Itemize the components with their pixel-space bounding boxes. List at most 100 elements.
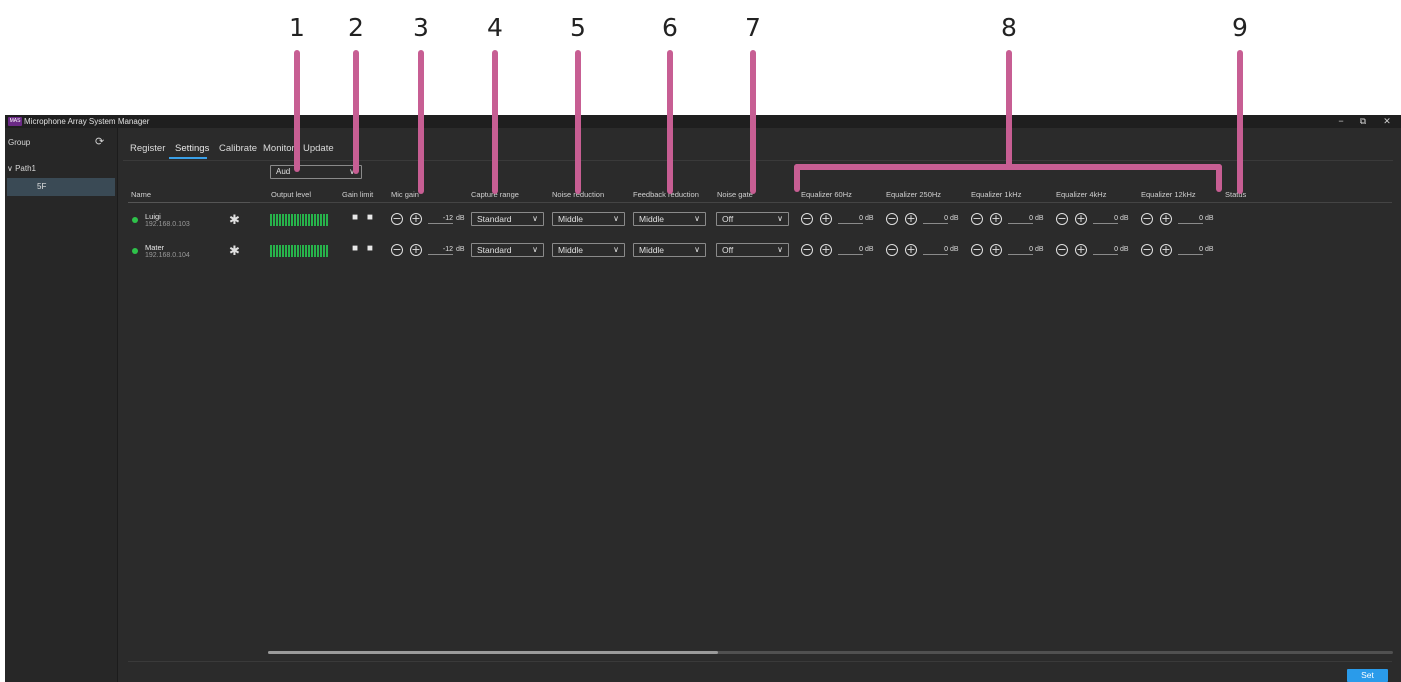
db-unit: dB (950, 215, 959, 222)
db-unit: dB (456, 246, 465, 253)
eq-12k-value[interactable]: 0 (1178, 215, 1203, 224)
noise-gate-select[interactable]: Off ∨ (716, 212, 789, 226)
eq-4k-minus-button[interactable]: − (1056, 244, 1068, 256)
eq-4k-minus-button[interactable]: − (1056, 213, 1068, 225)
select-value: Off (722, 214, 734, 224)
col-eq-1k: Equalizer 1kHz (971, 190, 1022, 199)
col-feedback-reduction: Feedback reduction (633, 190, 699, 199)
feedback-reduction-select[interactable]: Middle ∨ (633, 243, 706, 257)
eq-60-value[interactable]: 0 (838, 215, 863, 224)
col-gain-limit: Gain limit (342, 190, 374, 199)
eq-60-minus-button[interactable]: − (801, 244, 813, 256)
set-button[interactable]: Set (1347, 669, 1388, 682)
eq-12k-minus-button[interactable]: − (1141, 213, 1153, 225)
horizontal-scrollbar[interactable] (268, 651, 1393, 654)
mic-gain-minus-button[interactable]: − (391, 213, 403, 225)
eq-250-plus-button[interactable]: + (905, 213, 917, 225)
eq-250-value[interactable]: 0 (923, 215, 948, 224)
eq-12k-plus-button[interactable]: + (1160, 244, 1172, 256)
callout-9: 9 (1232, 13, 1248, 42)
noise-gate-select[interactable]: Off ∨ (716, 243, 789, 257)
eq-250-plus-button[interactable]: + (905, 244, 917, 256)
tab-settings[interactable]: Settings (175, 143, 209, 154)
eq-60-value[interactable]: 0 (838, 246, 863, 255)
eq-4k-plus-button[interactable]: + (1075, 244, 1087, 256)
db-unit: dB (950, 246, 959, 253)
group-label: Group (8, 138, 31, 147)
callout-line-2 (353, 50, 359, 174)
col-noise-gate: Noise gate (717, 190, 753, 199)
callout-line-3 (418, 50, 424, 194)
eq-4k-value[interactable]: 0 (1093, 215, 1118, 224)
eq-4k-value[interactable]: 0 (1093, 246, 1118, 255)
callout-bracket-8-left (794, 164, 800, 192)
eq-250-value[interactable]: 0 (923, 246, 948, 255)
eq-1k-plus-button[interactable]: + (990, 213, 1002, 225)
eq-250-minus-button[interactable]: − (886, 244, 898, 256)
mic-gain-value[interactable]: -12 (428, 246, 453, 255)
callout-bracket-8 (794, 164, 1222, 170)
minimize-button[interactable]: − (1331, 115, 1351, 128)
restore-button[interactable]: ⧉ (1353, 115, 1373, 128)
eq-4k-plus-button[interactable]: + (1075, 213, 1087, 225)
col-eq-12k: Equalizer 12kHz (1141, 190, 1196, 199)
name-col-underline (128, 202, 250, 203)
refresh-icon[interactable]: ⟳ (95, 135, 104, 148)
feedback-reduction-select[interactable]: Middle ∨ (633, 212, 706, 226)
eq-12k-plus-button[interactable]: + (1160, 213, 1172, 225)
mic-gain-plus-button[interactable]: + (410, 213, 422, 225)
db-unit: dB (1120, 246, 1129, 253)
device-row: Luigi 192.168.0.103 ✱ ■ ■ − + -12 dB Sta… (5, 210, 1401, 234)
tab-calibrate[interactable]: Calibrate (219, 143, 257, 154)
callout-7: 7 (745, 13, 761, 42)
mic-gain-plus-button[interactable]: + (410, 244, 422, 256)
eq-1k-plus-button[interactable]: + (990, 244, 1002, 256)
mic-gain-value[interactable]: -12 (428, 215, 453, 224)
callout-line-6 (667, 50, 673, 194)
callout-line-8 (1006, 50, 1012, 167)
callout-4: 4 (487, 13, 503, 42)
chevron-down-icon: ∨ (777, 214, 783, 223)
eq-60-minus-button[interactable]: − (801, 213, 813, 225)
db-unit: dB (456, 215, 465, 222)
eq-1k-minus-button[interactable]: − (971, 244, 983, 256)
eq-1k-minus-button[interactable]: − (971, 213, 983, 225)
tab-register[interactable]: Register (130, 143, 165, 154)
select-value: Middle (558, 214, 584, 224)
capture-range-select[interactable]: Standard ∨ (471, 243, 544, 257)
db-unit: dB (1205, 246, 1214, 253)
db-unit: dB (1035, 215, 1044, 222)
tree-item-label: 5F (37, 182, 47, 191)
tab-update[interactable]: Update (303, 143, 334, 154)
scrollbar-thumb[interactable] (268, 651, 718, 654)
close-button[interactable]: ✕ (1377, 115, 1397, 128)
db-unit: dB (865, 215, 874, 222)
eq-12k-value[interactable]: 0 (1178, 246, 1203, 255)
noise-reduction-select[interactable]: Middle ∨ (552, 212, 625, 226)
eq-1k-value[interactable]: 0 (1008, 246, 1033, 255)
callout-2: 2 (348, 13, 364, 42)
gear-icon[interactable]: ✱ (229, 244, 240, 258)
tree-item-5f[interactable]: 5F (7, 178, 115, 196)
mic-gain-minus-button[interactable]: − (391, 244, 403, 256)
eq-60-plus-button[interactable]: + (820, 244, 832, 256)
device-ip: 192.168.0.103 (145, 221, 190, 228)
window-title: Microphone Array System Manager (24, 117, 150, 126)
eq-12k-minus-button[interactable]: − (1141, 244, 1153, 256)
noise-reduction-select[interactable]: Middle ∨ (552, 243, 625, 257)
tab-monitor[interactable]: Monitor (263, 143, 295, 154)
db-unit: dB (865, 246, 874, 253)
gear-icon[interactable]: ✱ (229, 213, 240, 227)
online-status-dot (132, 217, 138, 223)
callout-line-7 (750, 50, 756, 194)
tree-item-path1[interactable]: ∨ Path1 (7, 164, 36, 173)
col-eq-250: Equalizer 250Hz (886, 190, 942, 199)
capture-range-select[interactable]: Standard ∨ (471, 212, 544, 226)
view-select[interactable]: Aud ∨ (270, 165, 362, 179)
eq-1k-value[interactable]: 0 (1008, 215, 1033, 224)
device-row: Mater 192.168.0.104 ✱ ■ ■ − + -12 dB Sta… (5, 241, 1401, 265)
eq-60-plus-button[interactable]: + (820, 213, 832, 225)
eq-250-minus-button[interactable]: − (886, 213, 898, 225)
output-level-meter (270, 214, 329, 226)
app-logo: MAS (8, 117, 22, 126)
